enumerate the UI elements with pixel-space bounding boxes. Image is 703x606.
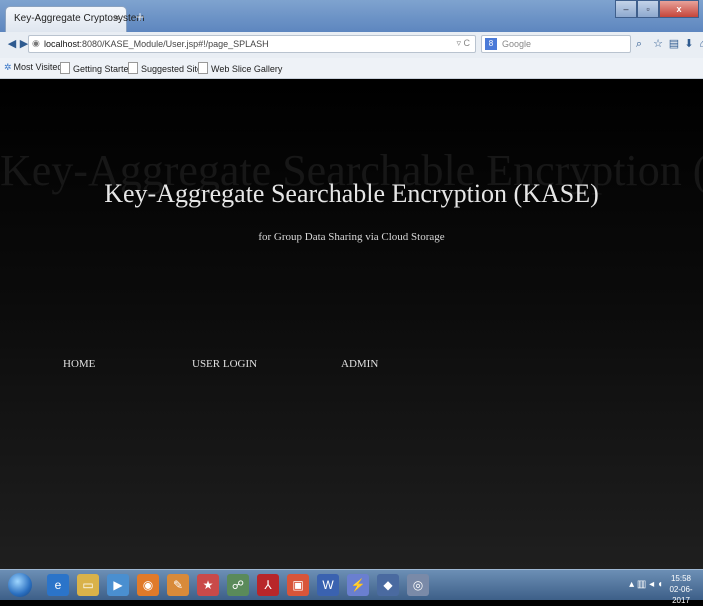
new-tab-button[interactable]: + [131,9,149,27]
powerpoint-icon[interactable]: ▣ [287,574,309,596]
home-icon[interactable]: ⌂ [696,37,703,51]
firefox-icon[interactable]: ◉ [137,574,159,596]
page-title: Key-Aggregate Searchable Encryption (KAS… [104,179,599,208]
system-tray[interactable]: ▴ ▥ ◂ ◖ [629,579,663,590]
clock-date: 02-06-2017 [669,585,693,605]
bookmark-label: Web Slice Gallery [211,64,283,74]
os-taskbar: e ▭ ▶ ◉ ✎ ★ ☍ ⅄ ▣ W ⚡ ◆ ◎ ▴ ▥ ◂ ◖ 15:58 … [0,569,703,605]
bookmarks-menu-icon[interactable]: ▤ [667,37,681,51]
search-icon[interactable]: ⌕ [632,37,646,51]
page-icon [60,62,70,74]
bookmark-label: Getting Started [73,64,134,74]
star-app-icon[interactable]: ★ [197,574,219,596]
maximize-icon[interactable]: ▫ [637,0,659,18]
bookmark-label: Most Visited [13,62,63,72]
bookmark-label: Suggested Sites [141,64,207,74]
page-icon [198,62,208,74]
bookmark-getting-started[interactable]: Getting Started [60,62,134,74]
nav-user-login-link[interactable]: USER LOGIN [192,358,257,370]
nav-admin-link[interactable]: ADMIN [341,358,378,370]
address-bar[interactable]: ◉ localhost:8080/KASE_Module/User.jsp#!/… [28,35,476,53]
clock-time: 15:58 [670,574,692,583]
bookmark-most-visited[interactable]: ✲ Most Visited [4,62,62,73]
tab-close-icon[interactable]: × [114,12,120,24]
url-text: localhost:8080/KASE_Module/User.jsp#!/pa… [44,39,269,49]
url-path: :8080/KASE_Module/User.jsp#!/page_SPLASH [79,39,269,49]
search-bar[interactable]: 8 Google [481,35,631,53]
clock[interactable]: 15:58 02-06-2017 [663,573,699,606]
pdf-icon[interactable]: ⅄ [257,574,279,596]
window-titlebar: Key-Aggregate Cryptosystem × + – ▫ x [0,0,703,32]
paint-icon[interactable]: ✎ [167,574,189,596]
word-icon[interactable]: W [317,574,339,596]
ie-icon[interactable]: e [47,574,69,596]
url-host: localhost [44,39,80,49]
page-subtitle: for Group Data Sharing via Cloud Storage [258,231,445,243]
download-icon[interactable]: ⬇ [682,37,696,51]
network-app-icon[interactable]: ☍ [227,574,249,596]
browser-tab[interactable]: Key-Aggregate Cryptosystem × [5,6,145,32]
bookmark-web-slice-gallery[interactable]: Web Slice Gallery [198,62,282,74]
search-placeholder: Google [502,39,532,49]
nav-home-link[interactable]: HOME [63,358,95,370]
google-icon[interactable]: 8 [485,38,497,50]
start-button[interactable] [8,573,32,597]
folder-icon[interactable]: ▭ [77,574,99,596]
reload-icon[interactable]: ▿ C [456,38,470,49]
close-window-icon[interactable]: x [659,0,699,18]
tool-icon[interactable]: ⚡ [347,574,369,596]
minimize-icon[interactable]: – [615,0,637,18]
app-icon[interactable]: ◎ [407,574,429,596]
gear-icon: ✲ [4,62,12,72]
bookmark-star-icon[interactable]: ☆ [651,37,665,51]
navigation-toolbar: ◀ ▶ ◉ localhost:8080/KASE_Module/User.js… [0,32,703,59]
tab-title: Key-Aggregate Cryptosystem [14,13,145,24]
site-identity-icon: ◉ [32,38,40,48]
page-icon [128,62,138,74]
bookmark-suggested-sites[interactable]: Suggested Sites [128,62,207,74]
page-content: Key-Aggregate Searchable Encryption (KAS… [0,79,703,569]
window-controls: – ▫ x [615,0,699,20]
shield-icon[interactable]: ◆ [377,574,399,596]
media-icon[interactable]: ▶ [107,574,129,596]
bookmarks-toolbar: ✲ Most Visited Getting Started Suggested … [0,58,703,79]
